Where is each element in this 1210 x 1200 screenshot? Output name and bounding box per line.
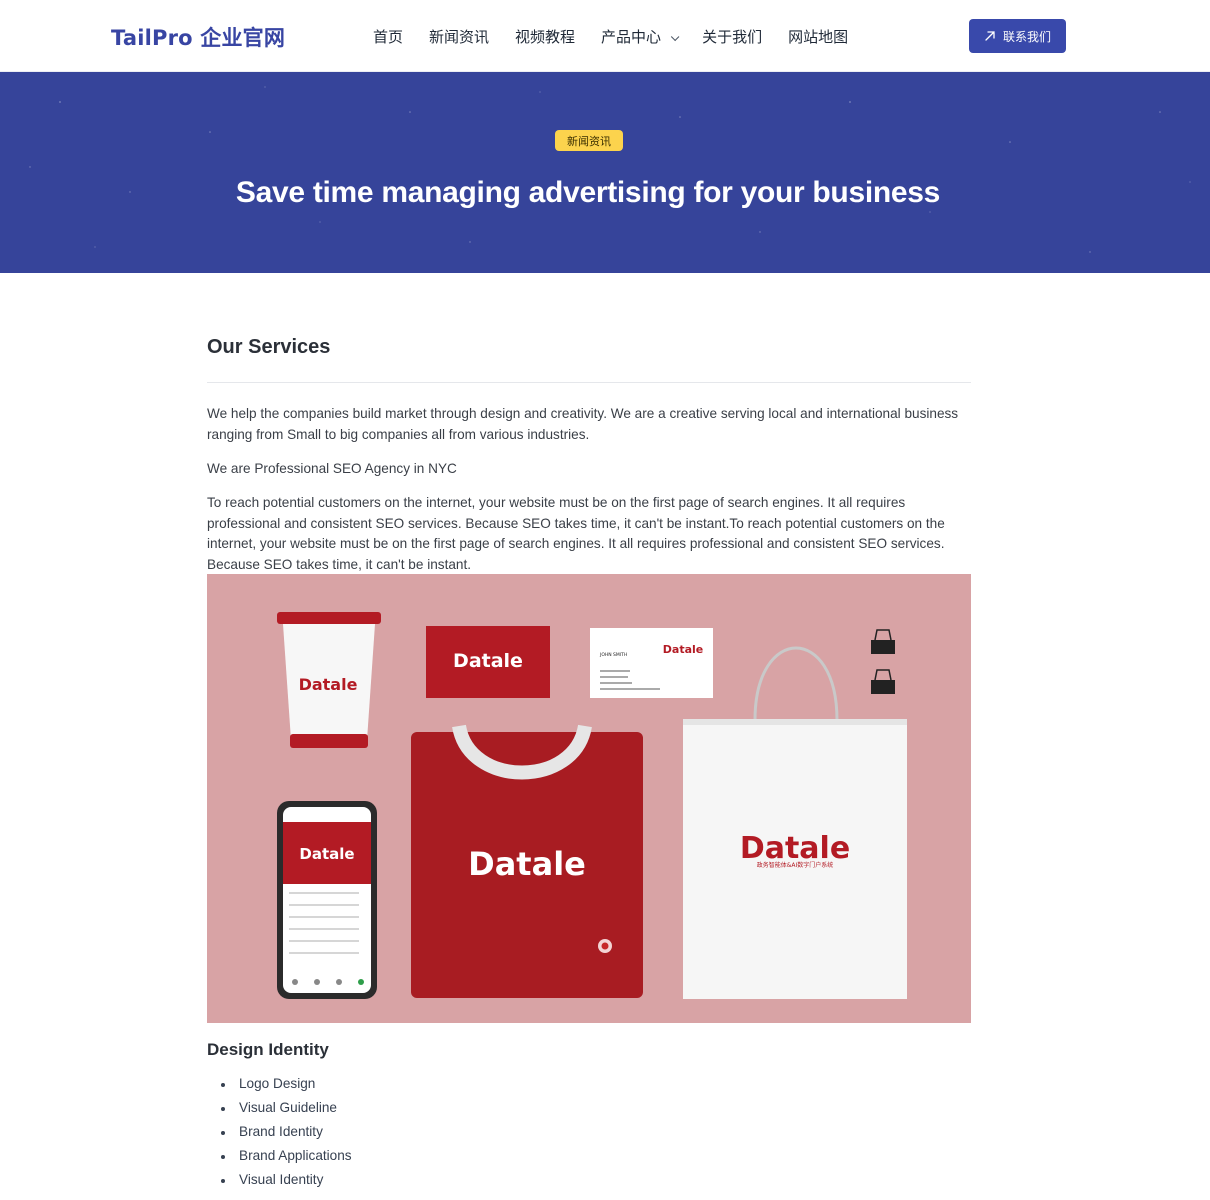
shopping-bag-mockup: Datale 政务智能体&AI数字门户系统 xyxy=(683,646,907,999)
chevron-down-icon xyxy=(670,32,680,41)
nav-item-products[interactable]: 产品中心 xyxy=(601,26,680,47)
phone-brand-logo: Datale xyxy=(299,845,354,863)
list-item: Visual Identity xyxy=(207,1168,352,1192)
nav-item-home[interactable]: 首页 xyxy=(373,26,403,47)
page-title: Save time managing advertising for your … xyxy=(235,176,941,209)
list-item: Brand Applications xyxy=(207,1144,352,1168)
site-logo[interactable]: TailPro 企业官网 xyxy=(111,22,285,52)
category-badge[interactable]: 新闻资讯 xyxy=(555,130,623,151)
card-name: JOHN SMITH xyxy=(599,652,627,658)
coffee-cup-mockup: Datale xyxy=(277,612,381,748)
nav-item-sitemap[interactable]: 网站地图 xyxy=(788,26,848,47)
site-header: TailPro 企业官网 首页 新闻资讯 视频教程 产品中心 关于我们 网站地图… xyxy=(0,0,1210,72)
paragraph: We are Professional SEO Agency in NYC xyxy=(207,461,457,476)
section-divider xyxy=(207,382,971,383)
list-item: Visual Guideline xyxy=(207,1096,352,1120)
tshirt-mockup: Datale xyxy=(411,724,643,998)
business-card-brand-logo: Datale xyxy=(663,643,703,656)
contact-button-label: 联系我们 xyxy=(1002,29,1051,44)
phone-mockup: Datale xyxy=(277,801,377,999)
cup-brand-logo: Datale xyxy=(299,675,358,694)
hero-star-pattern xyxy=(29,86,1191,253)
main-nav: 首页 新闻资讯 视频教程 产品中心 关于我们 网站地图 xyxy=(360,0,861,72)
business-card-mockup: JOHN SMITH Datale xyxy=(590,628,713,698)
list-item: Logo Design xyxy=(207,1072,352,1096)
subheading: Design Identity xyxy=(207,1040,329,1059)
hero-banner: 新闻资讯 Save time managing advertising for … xyxy=(0,72,1210,273)
paragraph: We help the companies build market throu… xyxy=(207,406,959,442)
brand-mockup-image: Datale Datale JOHN SMITH Datale Datale 政… xyxy=(207,574,971,1023)
feature-list: Logo Design Visual Guideline Brand Ident… xyxy=(207,1072,352,1192)
nav-item-about[interactable]: 关于我们 xyxy=(702,26,762,47)
tshirt-brand-logo: Datale xyxy=(468,845,586,883)
nav-item-products-label: 产品中心 xyxy=(601,27,662,46)
bag-tagline: 政务智能体&AI数字门户系统 xyxy=(757,861,834,869)
paragraph: To reach potential customers on the inte… xyxy=(207,495,945,572)
nav-item-video[interactable]: 视频教程 xyxy=(515,26,575,47)
card-brand-logo: Datale xyxy=(453,650,523,672)
section-title: Our Services xyxy=(207,336,331,358)
nav-item-news[interactable]: 新闻资讯 xyxy=(429,26,489,47)
bag-brand-logo: Datale xyxy=(740,831,850,866)
red-card-mockup: Datale xyxy=(426,626,550,698)
arrow-up-right-icon xyxy=(985,31,995,41)
contact-button[interactable]: 联系我们 xyxy=(969,19,1066,53)
binder-clips xyxy=(871,629,895,694)
list-item: Brand Identity xyxy=(207,1120,352,1144)
